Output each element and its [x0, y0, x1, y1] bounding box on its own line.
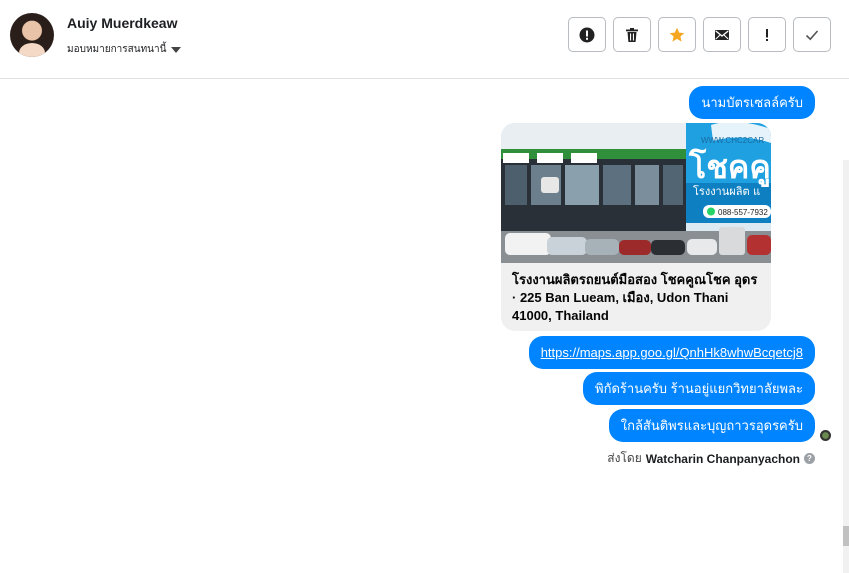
card-brand-text: โชคคู: [688, 148, 771, 188]
message-bubble[interactable]: นามบัตรเซลล์ครับ: [689, 86, 815, 119]
card-sub-text: โรงงานผลิต แ: [693, 184, 760, 198]
contact-name[interactable]: Auiy Muerdkeaw: [67, 15, 177, 31]
location-preview-image: WWW.CHC2CAR โชคคู โรงงานผลิต แ 088-557-7…: [501, 123, 771, 263]
message-bubble[interactable]: ใกล้สันติพรและบุญถาวรอุดรครับ: [608, 409, 815, 442]
follow-up-button[interactable]: [748, 17, 786, 52]
trash-icon: [626, 27, 638, 42]
card-url-text: WWW.CHC2CAR: [701, 136, 764, 145]
mark-spam-button[interactable]: [568, 17, 606, 52]
check-icon: [805, 29, 819, 40]
maps-link[interactable]: https://maps.app.goo.gl/QnhHk8whwBcqetcj…: [528, 336, 815, 369]
sent-by-line: ส่งโดย Watcharin Chanpanyachon ?: [607, 449, 815, 468]
assign-conversation-dropdown[interactable]: มอบหมายการสนทนานี้: [67, 42, 182, 57]
star-icon: [669, 27, 685, 42]
location-card[interactable]: WWW.CHC2CAR โชคคู โรงงานผลิต แ 088-557-7…: [501, 123, 771, 331]
location-title: โรงงานผลิตรถยนต์มือสอง โชคคูณโชค อุดร · …: [512, 272, 758, 323]
envelope-icon: [715, 29, 729, 40]
caret-down-icon: [171, 46, 182, 53]
message-thread[interactable]: นามบัตรเซลล์ครับ WWW.CHC2CAR โชคคู โรงงา…: [0, 80, 849, 573]
exclamation-icon: [766, 28, 768, 41]
conversation-header: Auiy Muerdkeaw มอบหมายการสนทนานี้: [0, 0, 849, 79]
scrollbar[interactable]: [843, 160, 849, 573]
mark-unread-button[interactable]: [703, 17, 741, 52]
alert-circle-icon: [579, 27, 595, 42]
assign-label: มอบหมายการสนทนานี้: [67, 44, 167, 55]
action-toolbar: [568, 17, 831, 52]
sender-name[interactable]: Watcharin Chanpanyachon: [646, 452, 800, 466]
help-icon[interactable]: ?: [804, 453, 815, 464]
seen-avatar: [820, 430, 831, 441]
sent-by-prefix: ส่งโดย: [607, 451, 642, 465]
delete-button[interactable]: [613, 17, 651, 52]
contact-avatar[interactable]: [10, 13, 54, 57]
mark-done-button[interactable]: [793, 17, 831, 52]
star-button[interactable]: [658, 17, 696, 52]
scrollbar-thumb[interactable]: [843, 526, 849, 546]
message-bubble[interactable]: พิกัดร้านครับ ร้านอยู่แยกวิทยาลัยพละ: [583, 372, 815, 405]
card-phone-text: 088-557-7932: [718, 208, 768, 217]
